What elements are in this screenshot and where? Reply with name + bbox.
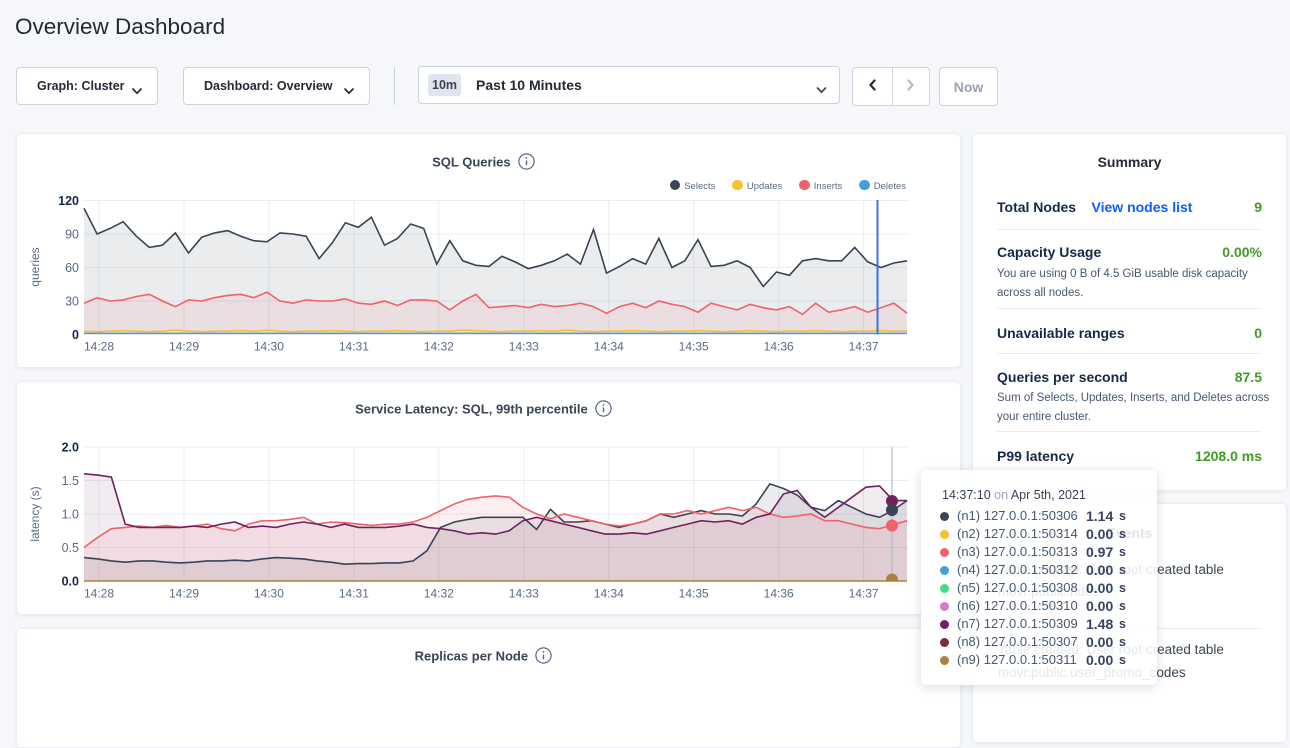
svg-text:14:37: 14:37: [849, 587, 879, 601]
svg-text:60: 60: [65, 261, 79, 275]
svg-text:14:34: 14:34: [594, 587, 624, 601]
svg-text:14:35: 14:35: [679, 340, 709, 354]
svg-text:1.0: 1.0: [62, 508, 79, 522]
svg-text:14:36: 14:36: [764, 587, 794, 601]
svg-text:14:31: 14:31: [339, 587, 369, 601]
svg-text:14:36: 14:36: [764, 340, 794, 354]
svg-text:14:33: 14:33: [509, 340, 539, 354]
svg-text:14:29: 14:29: [169, 587, 199, 601]
svg-text:14:30: 14:30: [254, 587, 284, 601]
svg-text:0.0: 0.0: [62, 575, 79, 589]
svg-text:30: 30: [65, 295, 79, 309]
svg-text:120: 120: [58, 194, 79, 208]
svg-text:14:30: 14:30: [254, 340, 284, 354]
svg-text:1.5: 1.5: [62, 474, 79, 488]
svg-text:latency (s): latency (s): [28, 486, 42, 541]
svg-text:14:32: 14:32: [424, 587, 454, 601]
svg-text:14:29: 14:29: [169, 340, 199, 354]
svg-text:14:37: 14:37: [849, 340, 879, 354]
svg-text:14:28: 14:28: [84, 340, 114, 354]
svg-text:0: 0: [72, 328, 79, 342]
svg-text:90: 90: [65, 228, 79, 242]
svg-text:14:33: 14:33: [509, 587, 539, 601]
svg-text:queries: queries: [28, 247, 42, 286]
svg-text:14:34: 14:34: [594, 340, 624, 354]
svg-text:14:28: 14:28: [84, 587, 114, 601]
svg-text:14:31: 14:31: [339, 340, 369, 354]
svg-text:0.5: 0.5: [62, 541, 79, 555]
svg-text:2.0: 2.0: [62, 441, 79, 455]
svg-text:14:32: 14:32: [424, 340, 454, 354]
svg-text:14:35: 14:35: [679, 587, 709, 601]
